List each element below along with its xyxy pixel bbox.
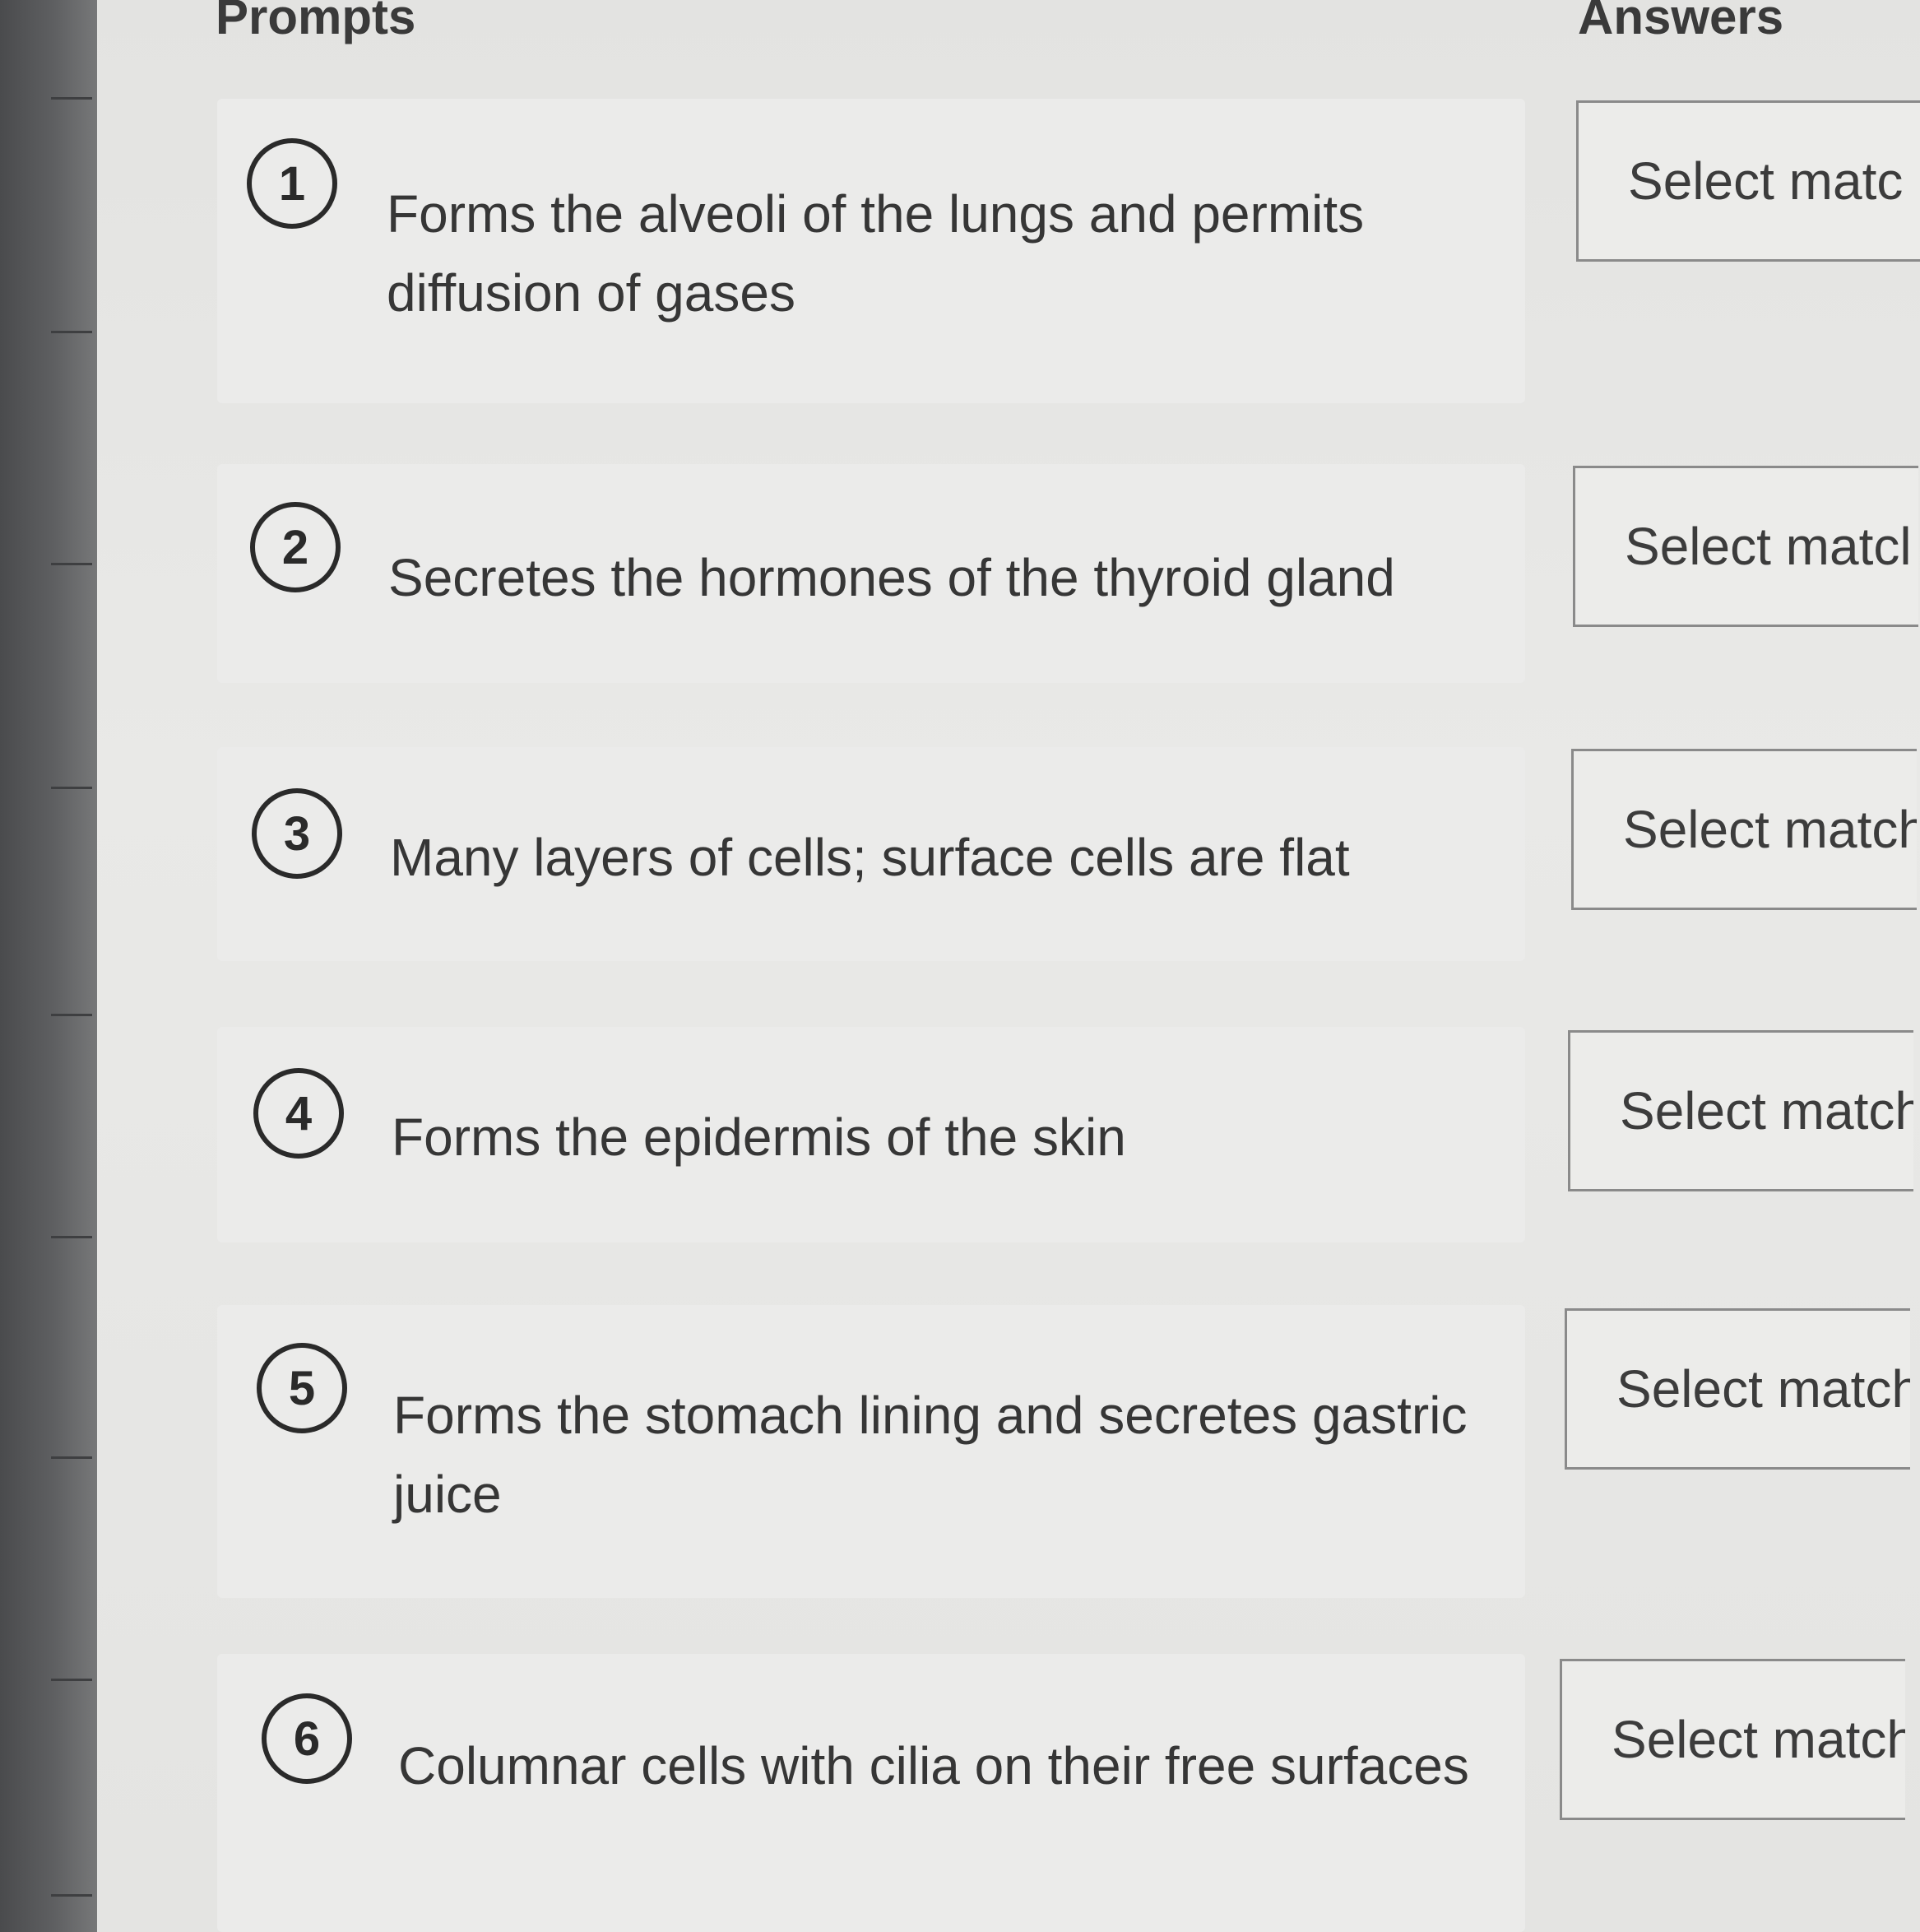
bezel-tick	[51, 97, 92, 100]
bezel-tick	[51, 1894, 92, 1897]
prompt-number-badge: 5	[257, 1343, 347, 1433]
prompt-text: Columnar cells with cilia on their free …	[398, 1736, 1469, 1795]
answer-select-5[interactable]: Select match	[1565, 1308, 1910, 1470]
answers-heading: Answers	[1578, 0, 1784, 44]
prompt-number-badge: 1	[247, 138, 337, 229]
answer-select-4[interactable]: Select match	[1568, 1030, 1913, 1191]
monitor-bezel	[0, 0, 97, 1932]
prompts-heading: Prompts	[216, 0, 416, 44]
answer-select-3[interactable]: Select match	[1571, 749, 1917, 910]
bezel-tick	[51, 1014, 92, 1016]
prompt-number-badge: 6	[262, 1693, 352, 1784]
bezel-tick	[51, 787, 92, 789]
bezel-tick	[51, 563, 92, 565]
prompt-text: Secretes the hormones of the thyroid gla…	[388, 548, 1395, 607]
answer-select-2[interactable]: Select matcl	[1573, 466, 1918, 627]
prompt-text: Forms the epidermis of the skin	[392, 1108, 1126, 1167]
answer-select-1[interactable]: Select matc	[1576, 100, 1920, 262]
prompt-text: Forms the alveoli of the lungs and permi…	[387, 184, 1365, 323]
bezel-tick	[51, 1456, 92, 1459]
prompt-number-badge: 3	[252, 788, 342, 879]
prompt-number-badge: 4	[253, 1068, 344, 1159]
bezel-tick	[51, 331, 92, 333]
prompt-text: Many layers of cells; surface cells are …	[390, 828, 1350, 887]
bezel-tick	[51, 1679, 92, 1681]
prompt-number-badge: 2	[250, 502, 341, 592]
answer-select-6[interactable]: Select match	[1560, 1659, 1905, 1820]
bezel-tick	[51, 1236, 92, 1238]
prompt-text: Forms the stomach lining and secretes ga…	[393, 1386, 1468, 1524]
